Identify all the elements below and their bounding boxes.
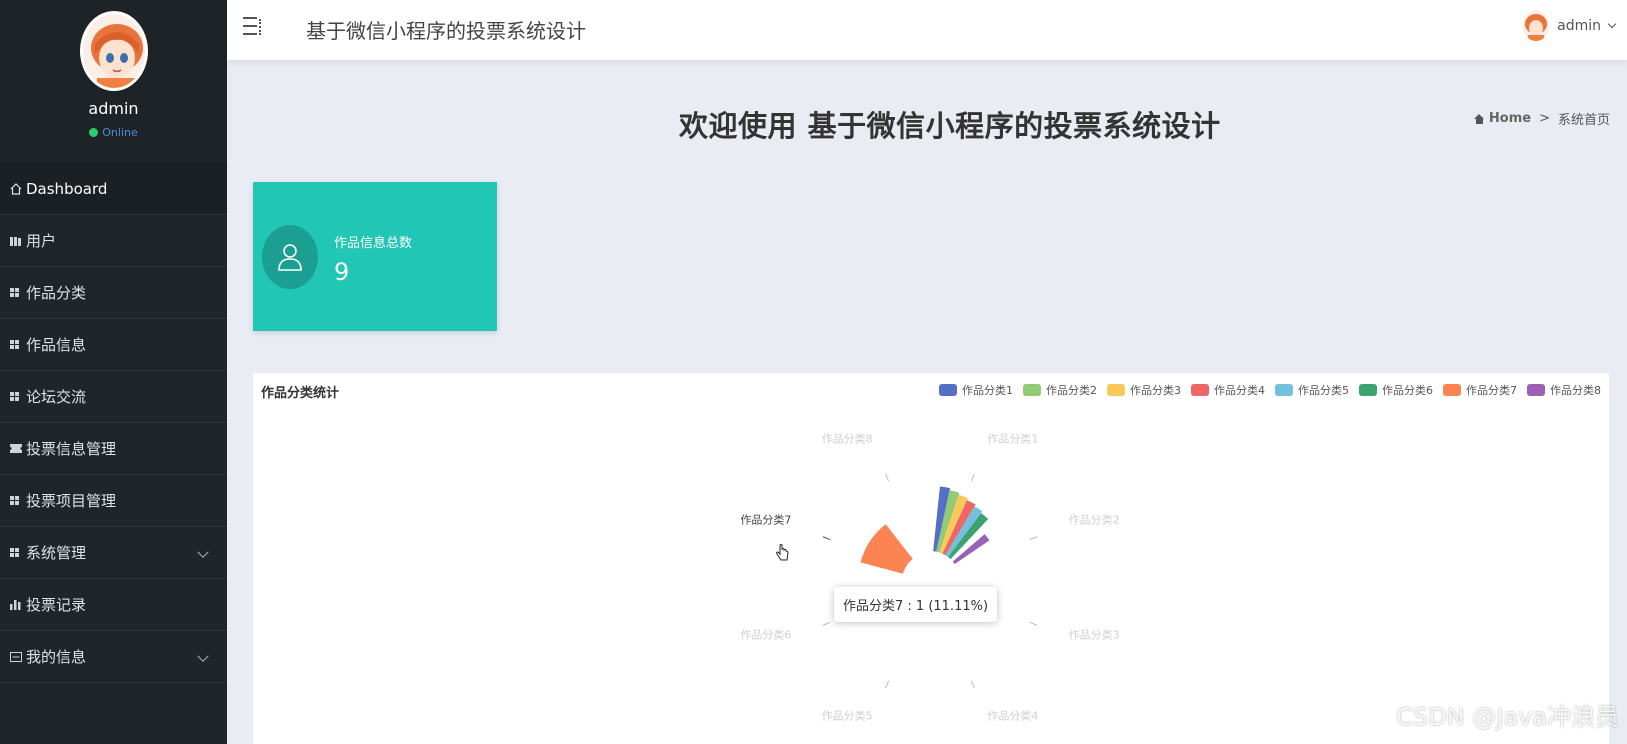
pie-label-line: [970, 473, 975, 482]
profile-username: admin: [88, 99, 139, 118]
breadcrumb-home[interactable]: Home: [1473, 111, 1532, 126]
bar-chart-icon: [10, 599, 24, 610]
sidebar-item-label: 作品分类: [26, 284, 87, 302]
pie-label: 作品分类4: [987, 709, 1038, 723]
pie-label-line: [1029, 621, 1038, 626]
pie-label-line: [822, 621, 831, 626]
sidebar-item-forum[interactable]: 论坛交流: [0, 371, 227, 423]
sidebar-item-label: 投票记录: [26, 596, 87, 614]
pie-label: 作品分类8: [822, 431, 873, 445]
watermark: CSDN @Java冲浪员: [1396, 703, 1619, 731]
app-title: 基于微信小程序的投票系统设计: [306, 19, 586, 43]
pie-label-line: [822, 536, 831, 541]
welcome-title: 欢迎使用 基于微信小程序的投票系统设计: [679, 109, 1221, 143]
hand-cursor-icon: [776, 544, 789, 561]
pie-label-line: [970, 680, 975, 689]
grid-icon: [10, 548, 24, 557]
grid-icon: [10, 392, 24, 401]
chart-tooltip: 作品分类7 : 1 (11.11%): [834, 587, 998, 622]
breadcrumb: Home > 系统首页: [1473, 109, 1610, 128]
user-menu[interactable]: admin: [1523, 11, 1617, 41]
sidebar-item-vote-records[interactable]: 投票记录: [0, 579, 227, 631]
card-icon: [10, 651, 24, 662]
sidebar-item-dashboard[interactable]: Dashboard: [0, 163, 227, 215]
stat-card-works-total: 作品信息总数 9: [253, 182, 497, 331]
sidebar-item-label: 系统管理: [26, 544, 87, 562]
breadcrumb-home-label: Home: [1488, 111, 1532, 126]
avatar: [1523, 11, 1550, 41]
user-profile: admin Online: [0, 0, 227, 163]
avatar[interactable]: [79, 11, 148, 91]
pie-label: 作品分类2: [1069, 513, 1120, 527]
grid-icon: [10, 340, 24, 349]
top-bar: 基于微信小程序的投票系统设计 admin: [227, 0, 1627, 60]
chart-panel: 作品分类统计 作品分类1 作品分类2 作品分类3 作品分类4 作品分类5 作品分类6 作品分…: [253, 373, 1609, 744]
menu-toggle-icon[interactable]: [243, 17, 261, 37]
sidebar-item-label: 用户: [26, 232, 57, 250]
user-icon: [262, 225, 318, 289]
status-dot-icon: [89, 128, 99, 137]
chevron-down-icon: [197, 546, 209, 558]
status-text: Online: [102, 126, 138, 139]
grid-icon: [10, 496, 24, 505]
pie-label-line: [1029, 536, 1038, 541]
sidebar-item-label: 我的信息: [26, 648, 87, 666]
stat-label: 作品信息总数: [334, 236, 413, 251]
pie-chart: 作品分类1 作品分类2 作品分类3 作品分类4 作品分类5 作品分类6 作品分类7 作品分类8: [740, 431, 1120, 723]
ticket-icon: [10, 444, 24, 453]
sidebar-item-vote-info[interactable]: 投票信息管理: [0, 423, 227, 475]
stat-value: 9: [334, 258, 350, 286]
online-status: Online: [89, 126, 138, 139]
pie-label: 作品分类6: [740, 627, 791, 641]
book-icon: [10, 236, 24, 246]
grid-icon: [10, 288, 24, 297]
home-icon: [1473, 113, 1485, 124]
sidebar-menu: Dashboard 用户 作品分类 作品信息 论坛交流 投票信息管理 投票项目管…: [0, 163, 227, 683]
pie-label: 作品分类7: [740, 513, 791, 527]
pie-label: 作品分类3: [1069, 627, 1120, 641]
sidebar-item-label: Dashboard: [26, 179, 108, 198]
home-icon: [10, 182, 24, 195]
sidebar-item-label: 投票信息管理: [26, 440, 117, 458]
pie-label: 作品分类1: [987, 431, 1038, 445]
sidebar-item-vote-project[interactable]: 投票项目管理: [0, 475, 227, 527]
chevron-down-icon: [197, 650, 209, 662]
pie-label-line: [885, 473, 890, 482]
breadcrumb-separator: >: [1539, 111, 1550, 126]
pie-label: 作品分类5: [822, 709, 873, 723]
sidebar-item-my-info[interactable]: 我的信息: [0, 631, 227, 683]
sidebar-item-works[interactable]: 作品信息: [0, 319, 227, 371]
sidebar-item-label: 作品信息: [26, 336, 87, 354]
sidebar-item-category[interactable]: 作品分类: [0, 267, 227, 319]
user-menu-label: admin: [1557, 18, 1601, 34]
sidebar-item-label: 论坛交流: [26, 388, 87, 406]
pie-label-line: [885, 680, 890, 689]
sidebar-item-users[interactable]: 用户: [0, 215, 227, 267]
sidebar-item-label: 投票项目管理: [26, 492, 117, 510]
sidebar: admin Online Dashboard 用户 作品分类 作品信息 论坛交流…: [0, 0, 227, 744]
chevron-down-icon: [1607, 19, 1617, 29]
breadcrumb-current: 系统首页: [1557, 113, 1610, 128]
sidebar-item-system[interactable]: 系统管理: [0, 527, 227, 579]
